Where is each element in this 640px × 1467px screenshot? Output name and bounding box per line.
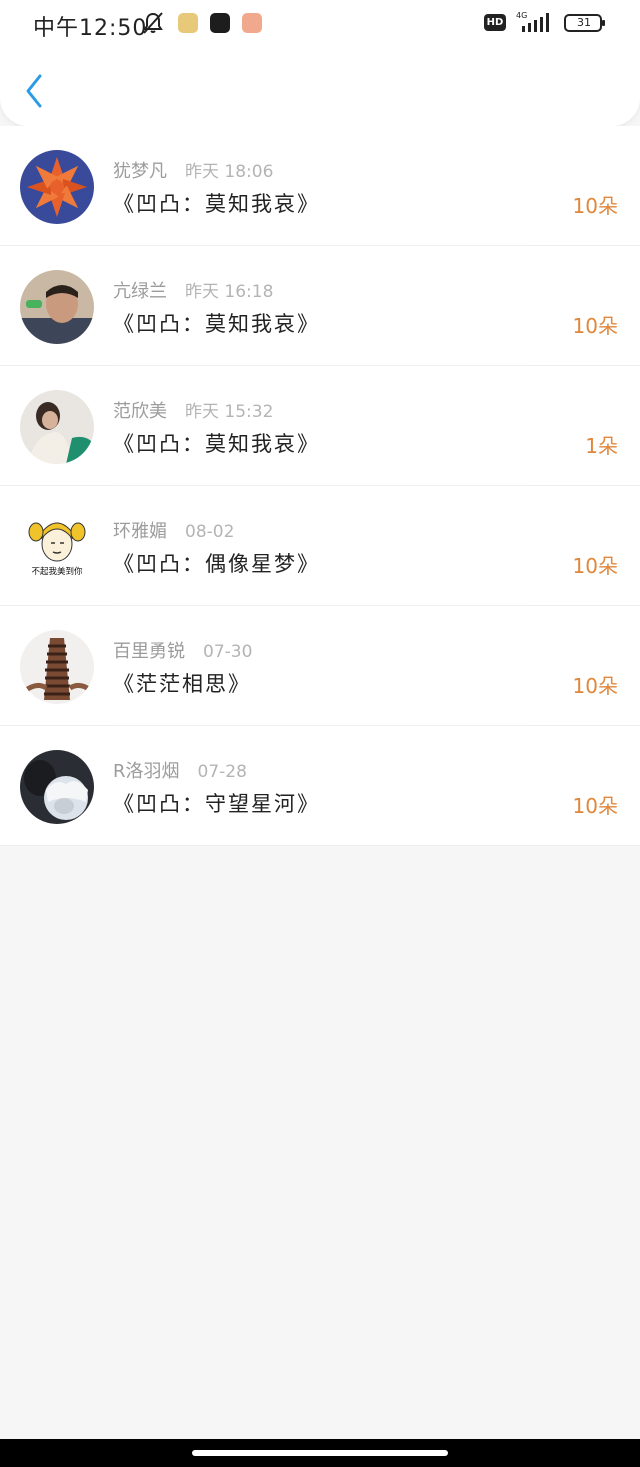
avatar[interactable]	[20, 630, 94, 704]
notification-muted-icon	[143, 12, 163, 34]
gift-amount: 10朵	[572, 554, 618, 578]
status-bar: 中午12:50 HD 4G 31	[0, 0, 640, 46]
gift-amount: 10朵	[572, 314, 618, 338]
gift-amount: 1朵	[585, 434, 618, 458]
avatar[interactable]	[20, 270, 94, 344]
avatar[interactable]: 不起我美到你	[20, 510, 94, 584]
gift-time: 08-02	[185, 522, 235, 542]
header: 中午12:50 HD 4G 31	[0, 0, 640, 126]
gift-time: 昨天 16:18	[185, 282, 274, 302]
avatar-caption: 不起我美到你	[31, 566, 83, 577]
sender-name: R洛羽烟	[113, 761, 180, 782]
sender-meta: 范欣美 昨天 15:32	[113, 397, 273, 423]
gift-amount: 10朵	[572, 194, 618, 218]
book-title: 《凹凸：莫知我哀》	[113, 432, 320, 456]
sender-meta: 百里勇锐 07-30	[113, 637, 252, 663]
back-button[interactable]	[20, 70, 50, 112]
network-type: 4G	[516, 11, 527, 20]
sender-name: 环雅媚	[113, 521, 167, 542]
sender-meta: 环雅媚 08-02	[113, 517, 234, 543]
book-title: 《凹凸：偶像星梦》	[113, 552, 320, 576]
list-item[interactable]: 百里勇锐 07-30 《茫茫相思》 10朵	[0, 606, 640, 726]
app-notification-icon	[178, 13, 198, 33]
gift-time: 07-30	[203, 642, 253, 662]
list-item[interactable]: 不起我美到你 环雅媚 08-02 《凹凸：偶像星梦》 10朵	[0, 486, 640, 606]
sender-name: 范欣美	[113, 401, 167, 422]
book-title: 《凹凸：莫知我哀》	[113, 192, 320, 216]
gift-amount: 10朵	[572, 794, 618, 818]
gift-time: 07-28	[197, 762, 247, 782]
sender-name: 百里勇锐	[113, 641, 185, 662]
gift-list: 犹梦凡 昨天 18:06 《凹凸：莫知我哀》 10朵 亢绿兰 昨天 16:18 《凹…	[0, 126, 640, 846]
home-indicator[interactable]	[192, 1450, 448, 1456]
sender-name: 犹梦凡	[113, 161, 167, 182]
avatar[interactable]	[20, 150, 94, 224]
list-item[interactable]: R洛羽烟 07-28 《凹凸：守望星河》 10朵	[0, 726, 640, 846]
gift-time: 昨天 15:32	[185, 402, 274, 422]
gift-time: 昨天 18:06	[185, 162, 274, 182]
gift-amount: 10朵	[572, 674, 618, 698]
status-time: 中午12:50	[33, 16, 148, 41]
list-item[interactable]: 亢绿兰 昨天 16:18 《凹凸：莫知我哀》 10朵	[0, 246, 640, 366]
sender-meta: R洛羽烟 07-28	[113, 757, 247, 783]
app-notification-icon	[210, 13, 230, 33]
battery-level: 31	[577, 16, 591, 29]
list-item[interactable]: 犹梦凡 昨天 18:06 《凹凸：莫知我哀》 10朵	[0, 126, 640, 246]
list-item[interactable]: 范欣美 昨天 15:32 《凹凸：莫知我哀》 1朵	[0, 366, 640, 486]
avatar[interactable]	[20, 390, 94, 464]
sender-name: 亢绿兰	[113, 281, 167, 302]
sender-meta: 犹梦凡 昨天 18:06	[113, 157, 273, 183]
sender-meta: 亢绿兰 昨天 16:18	[113, 277, 273, 303]
cellular-signal-icon: 4G	[516, 11, 549, 32]
avatar[interactable]	[20, 750, 94, 824]
chevron-left-icon	[26, 74, 42, 108]
app-notification-icon	[242, 13, 262, 33]
hd-icon: HD	[484, 14, 506, 31]
book-title: 《茫茫相思》	[113, 672, 251, 696]
book-title: 《凹凸：守望星河》	[113, 792, 320, 816]
book-title: 《凹凸：莫知我哀》	[113, 312, 320, 336]
